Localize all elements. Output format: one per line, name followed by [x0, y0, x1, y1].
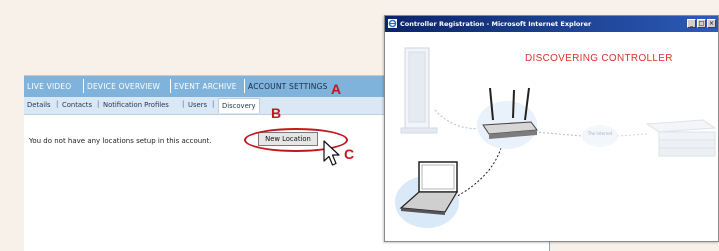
subnav-divider: | — [97, 100, 100, 108]
minimize-button[interactable]: _ — [687, 19, 696, 28]
laptop-icon — [395, 161, 459, 228]
nav-divider — [83, 79, 84, 93]
nav-divider — [244, 79, 245, 93]
mouse-pointer-icon — [323, 140, 340, 166]
callout-b: B — [271, 105, 282, 121]
router-icon — [477, 87, 538, 149]
subnav-divider: | — [56, 100, 59, 108]
no-locations-message: You do not have any locations setup in t… — [29, 137, 212, 145]
close-button[interactable]: × — [707, 19, 716, 28]
nav-divider — [170, 79, 171, 93]
tab-event-archive[interactable]: EVENT ARCHIVE — [174, 80, 237, 93]
subtab-contacts[interactable]: Contacts — [62, 101, 92, 110]
tab-device-overview[interactable]: DEVICE OVERVIEW — [87, 80, 160, 93]
subnav-divider: | — [182, 100, 185, 108]
subtab-details[interactable]: Details — [27, 101, 51, 110]
callout-a: A — [331, 81, 342, 97]
tab-account-settings[interactable]: ACCOUNT SETTINGS — [248, 80, 328, 93]
controller-registration-window: Controller Registration - Microsoft Inte… — [384, 15, 719, 242]
network-rack-icon — [645, 119, 717, 157]
window-title: Controller Registration - Microsoft Inte… — [400, 20, 592, 28]
maximize-button[interactable]: □ — [697, 19, 706, 28]
ie-logo-icon — [388, 19, 397, 28]
internet-cloud-label: The Internet — [587, 131, 613, 136]
server-icon — [400, 47, 438, 134]
tab-live-video[interactable]: LIVE VIDEO — [27, 80, 71, 93]
network-illustration: The Internet — [395, 47, 717, 228]
window-titlebar: Controller Registration - Microsoft Inte… — [385, 16, 718, 32]
subtab-users[interactable]: Users — [188, 101, 207, 110]
subtab-discovery[interactable]: Discovery — [218, 98, 260, 113]
internet-cloud-icon: The Internet — [582, 125, 618, 147]
callout-c: C — [344, 146, 355, 162]
subtab-notification-profiles[interactable]: Notification Profiles — [103, 101, 169, 110]
subnav-divider: | — [212, 100, 215, 108]
